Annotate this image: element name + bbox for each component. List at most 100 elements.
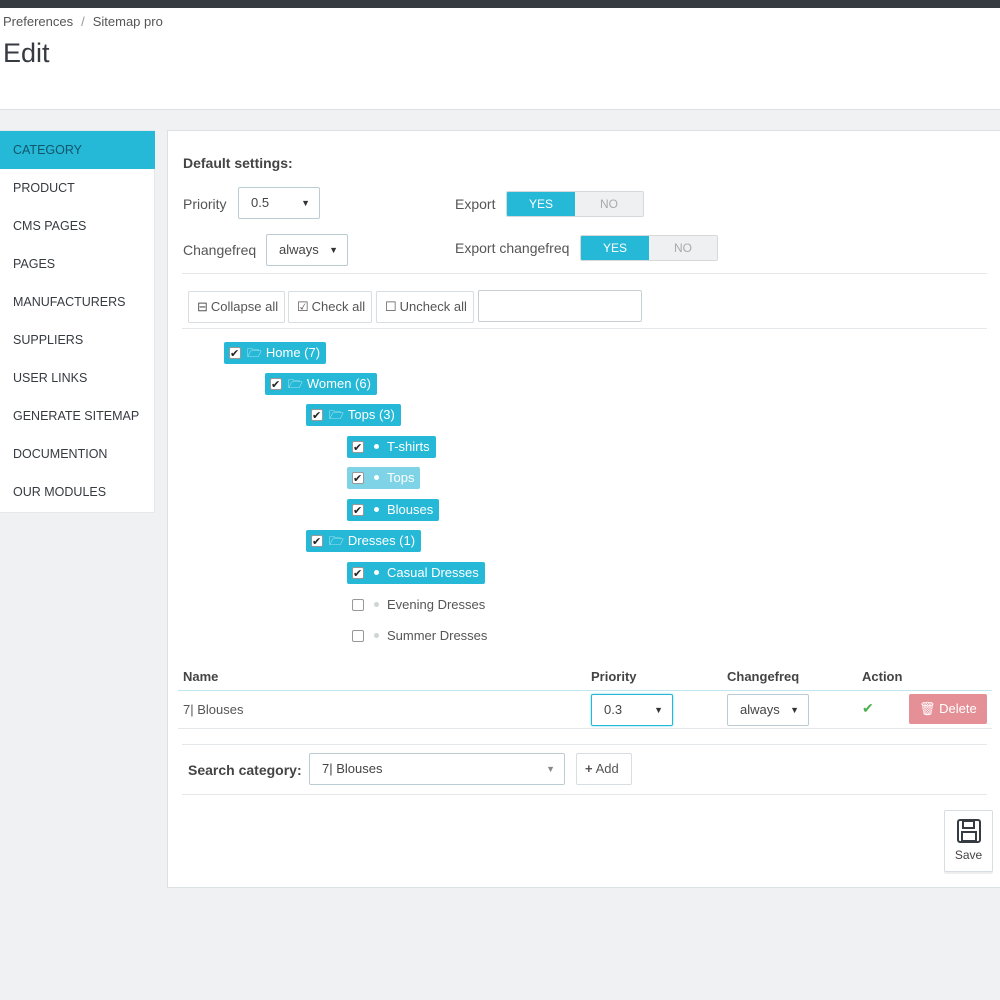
- breadcrumb-sitemap-pro[interactable]: Sitemap pro: [93, 14, 163, 29]
- tree-checkbox[interactable]: [229, 343, 241, 365]
- folder-open-icon: 🗁: [247, 346, 262, 360]
- export-label: Export: [455, 196, 496, 212]
- sidebar-item-user-links[interactable]: USER LINKS: [0, 359, 155, 397]
- uncheck-all-label: Uncheck all: [399, 299, 467, 314]
- tree-node-label: Dresses (1): [347, 533, 416, 548]
- tree-checkbox[interactable]: [352, 563, 364, 585]
- bullet-icon: [374, 570, 379, 575]
- check-icon: ✔: [862, 700, 874, 716]
- floppy-disk-icon: [956, 819, 981, 843]
- collapse-all-button[interactable]: ⊟ Collapse all: [188, 291, 285, 323]
- trash-icon: 🗑: [919, 701, 936, 716]
- tree-node-home[interactable]: 🗁Home (7): [224, 342, 327, 365]
- bullet-icon: [374, 475, 379, 480]
- search-category-select[interactable]: 7| Blouses ▼: [309, 753, 565, 785]
- divider: [182, 328, 987, 329]
- tree-node-summer-dresses[interactable]: Summer Dresses: [347, 625, 493, 647]
- tree-node-label: Women (6): [306, 376, 371, 391]
- export-changefreq-label: Export changefreq: [455, 240, 570, 256]
- sidebar-item-product[interactable]: PRODUCT: [0, 169, 155, 207]
- divider: [182, 794, 987, 795]
- tree-node-tops[interactable]: Tops: [347, 467, 421, 490]
- tree-node-women[interactable]: 🗁Women (6): [265, 373, 377, 396]
- tree-checkbox[interactable]: [270, 374, 282, 396]
- chevron-down-icon: ▼: [329, 245, 338, 255]
- chevron-down-icon: ▼: [654, 705, 663, 715]
- changefreq-label: Changefreq: [183, 242, 257, 258]
- bullet-icon: [374, 602, 379, 607]
- folder-open-icon: 🗁: [329, 534, 344, 548]
- folder-open-icon: 🗁: [329, 408, 344, 422]
- save-button[interactable]: Save: [944, 810, 993, 872]
- priority-label: Priority: [183, 196, 227, 212]
- export-changefreq-toggle[interactable]: YES NO: [580, 235, 718, 261]
- divider: [182, 273, 987, 274]
- tree-node-t-shirts[interactable]: T-shirts: [347, 436, 436, 459]
- export-changefreq-yes-option[interactable]: YES: [581, 236, 649, 260]
- bullet-icon: [374, 444, 379, 449]
- save-label: Save: [954, 848, 983, 862]
- collapse-all-label: Collapse all: [210, 299, 279, 314]
- tree-node-label: Summer Dresses: [387, 628, 488, 643]
- tree-node-label: Tops: [387, 470, 415, 485]
- bullet-icon: [374, 507, 379, 512]
- chevron-down-icon: ▼: [790, 705, 799, 715]
- empty-box-icon: ☐: [385, 299, 397, 314]
- collapse-icon: ⊟: [197, 299, 208, 314]
- sidebar-item-manufacturers[interactable]: MANUFACTURERS: [0, 283, 155, 321]
- delete-button[interactable]: 🗑 Delete: [909, 694, 987, 724]
- default-priority-select[interactable]: 0.5 ▼: [238, 187, 320, 219]
- tree-node-label: Tops (3): [347, 407, 395, 422]
- tree-node-tops-folder[interactable]: 🗁Tops (3): [306, 404, 401, 427]
- tree-checkbox[interactable]: [352, 437, 364, 459]
- tree-filter-input[interactable]: [478, 290, 642, 322]
- sidebar-item-our-modules[interactable]: OUR MODULES: [0, 473, 155, 511]
- export-no-option[interactable]: NO: [575, 192, 643, 216]
- uncheck-all-button[interactable]: ☐ Uncheck all: [376, 291, 474, 323]
- plus-icon: +: [585, 761, 593, 776]
- tree-node-evening-dresses[interactable]: Evening Dresses: [347, 594, 491, 616]
- bullet-icon: [374, 633, 379, 638]
- export-toggle[interactable]: YES NO: [506, 191, 644, 217]
- breadcrumb-preferences[interactable]: Preferences: [3, 14, 73, 29]
- delete-label: Delete: [939, 701, 977, 716]
- tree-checkbox[interactable]: [352, 500, 364, 522]
- breadcrumb: Preferences / Sitemap pro: [3, 14, 163, 29]
- default-changefreq-select[interactable]: always ▼: [266, 234, 348, 266]
- default-changefreq-value: always: [279, 242, 319, 257]
- sidebar-item-cms-pages[interactable]: CMS PAGES: [0, 207, 155, 245]
- add-button[interactable]: + Add: [576, 753, 632, 785]
- folder-open-icon: 🗁: [288, 377, 303, 391]
- page-title: Edit: [3, 38, 50, 68]
- sidebar: CATEGORY PRODUCT CMS PAGES PAGES MANUFAC…: [0, 130, 155, 513]
- table-header-priority: Priority: [591, 669, 637, 684]
- tree-checkbox[interactable]: [352, 468, 364, 490]
- sidebar-item-suppliers[interactable]: SUPPLIERS: [0, 321, 155, 359]
- export-changefreq-no-option[interactable]: NO: [649, 236, 717, 260]
- check-all-button[interactable]: ☑ Check all: [288, 291, 372, 323]
- export-yes-option[interactable]: YES: [507, 192, 575, 216]
- tree-node-casual-dresses[interactable]: Casual Dresses: [347, 562, 485, 585]
- chevron-down-icon: ▼: [546, 764, 555, 774]
- sidebar-item-pages[interactable]: PAGES: [0, 245, 155, 283]
- table-row-line: [178, 728, 992, 729]
- table-row-name: 7| Blouses: [183, 702, 244, 717]
- row-priority-select[interactable]: 0.3 ▼: [591, 694, 673, 726]
- tree-checkbox[interactable]: [311, 405, 323, 427]
- tree-node-label: T-shirts: [387, 439, 430, 454]
- tree-node-dresses[interactable]: 🗁Dresses (1): [306, 530, 422, 553]
- tree-checkbox[interactable]: [352, 599, 364, 611]
- row-changefreq-value: always: [740, 702, 780, 717]
- breadcrumb-separator: /: [81, 14, 85, 29]
- check-all-label: Check all: [311, 299, 366, 314]
- row-changefreq-select[interactable]: always ▼: [727, 694, 809, 726]
- tree-node-label: Casual Dresses: [387, 565, 479, 580]
- divider: [182, 744, 987, 745]
- sidebar-item-category[interactable]: CATEGORY: [0, 131, 155, 169]
- tree-node-blouses[interactable]: Blouses: [347, 499, 440, 522]
- tree-checkbox[interactable]: [311, 531, 323, 553]
- top-bar: [0, 0, 1000, 8]
- tree-checkbox[interactable]: [352, 630, 364, 642]
- sidebar-item-documention[interactable]: DOCUMENTION: [0, 435, 155, 473]
- sidebar-item-generate-sitemap[interactable]: GENERATE SITEMAP: [0, 397, 155, 435]
